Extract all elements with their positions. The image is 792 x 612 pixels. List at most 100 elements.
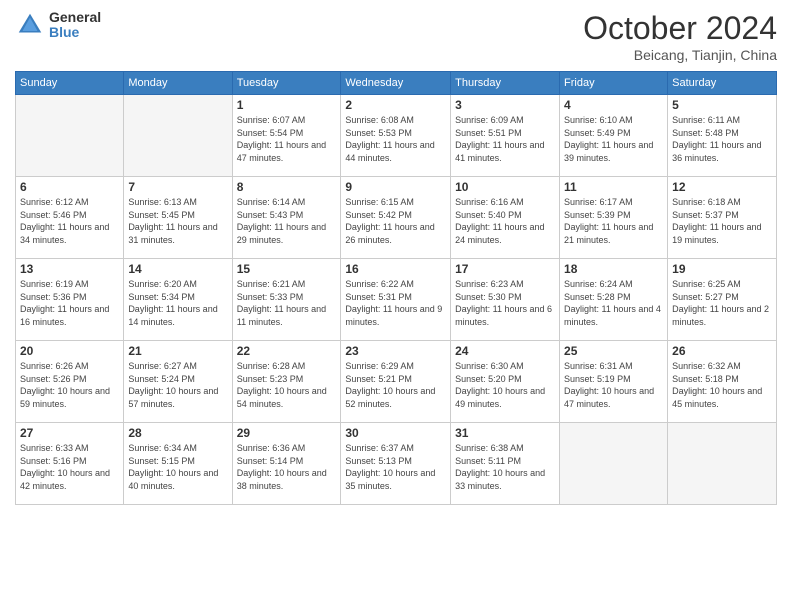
calendar-cell: 17 Sunrise: 6:23 AMSunset: 5:30 PMDayligh… xyxy=(451,259,560,341)
calendar-cell: 13Sunrise: 6:19 AMSunset: 5:36 PMDayligh… xyxy=(16,259,124,341)
day-number: 26 xyxy=(672,344,772,358)
day-number: 17 xyxy=(455,262,555,276)
day-info: Sunrise: 6:29 AMSunset: 5:21 PMDaylight:… xyxy=(345,360,446,410)
calendar-cell: 9 Sunrise: 6:15 AMSunset: 5:42 PMDaylight… xyxy=(341,177,451,259)
day-info: Sunrise: 6:30 AMSunset: 5:20 PMDaylight:… xyxy=(455,360,555,410)
day-info: Sunrise: 6:27 AMSunset: 5:24 PMDaylight:… xyxy=(128,360,227,410)
calendar-cell: 27Sunrise: 6:33 AMSunset: 5:16 PMDayligh… xyxy=(16,423,124,505)
calendar-cell xyxy=(668,423,777,505)
col-monday: Monday xyxy=(124,72,232,95)
day-number: 19 xyxy=(672,262,772,276)
calendar-cell: 29 Sunrise: 6:36 AMSunset: 5:14 PMDayligh… xyxy=(232,423,341,505)
calendar-cell: 20Sunrise: 6:26 AMSunset: 5:26 PMDayligh… xyxy=(16,341,124,423)
day-number: 22 xyxy=(237,344,337,358)
week-row-4: 27Sunrise: 6:33 AMSunset: 5:16 PMDayligh… xyxy=(16,423,777,505)
calendar-cell: 25 Sunrise: 6:31 AMSunset: 5:19 PMDayligh… xyxy=(560,341,668,423)
calendar-cell xyxy=(16,95,124,177)
calendar-cell: 3Sunrise: 6:09 AMSunset: 5:51 PMDaylight… xyxy=(451,95,560,177)
logo-blue: Blue xyxy=(49,25,101,40)
day-number: 20 xyxy=(20,344,119,358)
day-number: 14 xyxy=(128,262,227,276)
day-info: Sunrise: 6:10 AMSunset: 5:49 PMDaylight:… xyxy=(564,114,663,164)
col-sunday: Sunday xyxy=(16,72,124,95)
day-info: Sunrise: 6:22 AMSunset: 5:31 PMDaylight:… xyxy=(345,278,446,328)
calendar-cell: 16 Sunrise: 6:22 AMSunset: 5:31 PMDayligh… xyxy=(341,259,451,341)
week-row-0: 1Sunrise: 6:07 AMSunset: 5:54 PMDaylight… xyxy=(16,95,777,177)
calendar-cell xyxy=(124,95,232,177)
day-info: Sunrise: 6:34 AMSunset: 5:15 PMDaylight:… xyxy=(128,442,227,492)
day-info: Sunrise: 6:09 AMSunset: 5:51 PMDaylight:… xyxy=(455,114,555,164)
col-friday: Friday xyxy=(560,72,668,95)
calendar-cell: 8 Sunrise: 6:14 AMSunset: 5:43 PMDaylight… xyxy=(232,177,341,259)
day-info: Sunrise: 6:19 AMSunset: 5:36 PMDaylight:… xyxy=(20,278,119,328)
logo-text: General Blue xyxy=(49,10,101,41)
logo-icon xyxy=(15,10,45,40)
day-number: 24 xyxy=(455,344,555,358)
day-info: Sunrise: 6:18 AMSunset: 5:37 PMDaylight:… xyxy=(672,196,772,246)
day-info: Sunrise: 6:31 AMSunset: 5:19 PMDaylight:… xyxy=(564,360,663,410)
day-number: 16 xyxy=(345,262,446,276)
calendar-cell: 12 Sunrise: 6:18 AMSunset: 5:37 PMDayligh… xyxy=(668,177,777,259)
day-number: 15 xyxy=(237,262,337,276)
day-info: Sunrise: 6:21 AMSunset: 5:33 PMDaylight:… xyxy=(237,278,337,328)
day-number: 4 xyxy=(564,98,663,112)
col-thursday: Thursday xyxy=(451,72,560,95)
calendar-cell: 5 Sunrise: 6:11 AMSunset: 5:48 PMDaylight… xyxy=(668,95,777,177)
day-info: Sunrise: 6:33 AMSunset: 5:16 PMDaylight:… xyxy=(20,442,119,492)
day-info: Sunrise: 6:15 AMSunset: 5:42 PMDaylight:… xyxy=(345,196,446,246)
day-info: Sunrise: 6:12 AMSunset: 5:46 PMDaylight:… xyxy=(20,196,119,246)
day-info: Sunrise: 6:36 AMSunset: 5:14 PMDaylight:… xyxy=(237,442,337,492)
day-info: Sunrise: 6:08 AMSunset: 5:53 PMDaylight:… xyxy=(345,114,446,164)
day-info: Sunrise: 6:24 AMSunset: 5:28 PMDaylight:… xyxy=(564,278,663,328)
title-block: October 2024 Beicang, Tianjin, China xyxy=(583,10,777,63)
day-info: Sunrise: 6:16 AMSunset: 5:40 PMDaylight:… xyxy=(455,196,555,246)
day-info: Sunrise: 6:38 AMSunset: 5:11 PMDaylight:… xyxy=(455,442,555,492)
month-title: October 2024 xyxy=(583,10,777,47)
calendar: Sunday Monday Tuesday Wednesday Thursday… xyxy=(15,71,777,505)
day-number: 21 xyxy=(128,344,227,358)
day-info: Sunrise: 6:14 AMSunset: 5:43 PMDaylight:… xyxy=(237,196,337,246)
calendar-cell xyxy=(560,423,668,505)
day-number: 31 xyxy=(455,426,555,440)
calendar-cell: 19 Sunrise: 6:25 AMSunset: 5:27 PMDayligh… xyxy=(668,259,777,341)
week-row-3: 20Sunrise: 6:26 AMSunset: 5:26 PMDayligh… xyxy=(16,341,777,423)
calendar-cell: 7Sunrise: 6:13 AMSunset: 5:45 PMDaylight… xyxy=(124,177,232,259)
day-info: Sunrise: 6:28 AMSunset: 5:23 PMDaylight:… xyxy=(237,360,337,410)
calendar-cell: 14 Sunrise: 6:20 AMSunset: 5:34 PMDayligh… xyxy=(124,259,232,341)
calendar-cell: 23Sunrise: 6:29 AMSunset: 5:21 PMDayligh… xyxy=(341,341,451,423)
col-tuesday: Tuesday xyxy=(232,72,341,95)
day-number: 10 xyxy=(455,180,555,194)
calendar-cell: 1Sunrise: 6:07 AMSunset: 5:54 PMDaylight… xyxy=(232,95,341,177)
day-number: 29 xyxy=(237,426,337,440)
header-row: Sunday Monday Tuesday Wednesday Thursday… xyxy=(16,72,777,95)
day-number: 8 xyxy=(237,180,337,194)
day-info: Sunrise: 6:23 AMSunset: 5:30 PMDaylight:… xyxy=(455,278,555,328)
day-info: Sunrise: 6:17 AMSunset: 5:39 PMDaylight:… xyxy=(564,196,663,246)
col-wednesday: Wednesday xyxy=(341,72,451,95)
logo-general: General xyxy=(49,10,101,25)
calendar-cell: 6Sunrise: 6:12 AMSunset: 5:46 PMDaylight… xyxy=(16,177,124,259)
day-number: 11 xyxy=(564,180,663,194)
calendar-cell: 22 Sunrise: 6:28 AMSunset: 5:23 PMDayligh… xyxy=(232,341,341,423)
header: General Blue October 2024 Beicang, Tianj… xyxy=(15,10,777,63)
calendar-cell: 18 Sunrise: 6:24 AMSunset: 5:28 PMDayligh… xyxy=(560,259,668,341)
calendar-cell: 30 Sunrise: 6:37 AMSunset: 5:13 PMDayligh… xyxy=(341,423,451,505)
calendar-cell: 21 Sunrise: 6:27 AMSunset: 5:24 PMDayligh… xyxy=(124,341,232,423)
day-number: 5 xyxy=(672,98,772,112)
calendar-cell: 2 Sunrise: 6:08 AMSunset: 5:53 PMDaylight… xyxy=(341,95,451,177)
subtitle: Beicang, Tianjin, China xyxy=(583,47,777,63)
day-info: Sunrise: 6:25 AMSunset: 5:27 PMDaylight:… xyxy=(672,278,772,328)
day-info: Sunrise: 6:37 AMSunset: 5:13 PMDaylight:… xyxy=(345,442,446,492)
day-info: Sunrise: 6:11 AMSunset: 5:48 PMDaylight:… xyxy=(672,114,772,164)
day-number: 9 xyxy=(345,180,446,194)
calendar-cell: 11 Sunrise: 6:17 AMSunset: 5:39 PMDayligh… xyxy=(560,177,668,259)
day-number: 30 xyxy=(345,426,446,440)
day-info: Sunrise: 6:13 AMSunset: 5:45 PMDaylight:… xyxy=(128,196,227,246)
day-number: 2 xyxy=(345,98,446,112)
day-info: Sunrise: 6:20 AMSunset: 5:34 PMDaylight:… xyxy=(128,278,227,328)
calendar-cell: 31 Sunrise: 6:38 AMSunset: 5:11 PMDayligh… xyxy=(451,423,560,505)
day-number: 12 xyxy=(672,180,772,194)
day-number: 25 xyxy=(564,344,663,358)
calendar-cell: 26Sunrise: 6:32 AMSunset: 5:18 PMDayligh… xyxy=(668,341,777,423)
day-number: 18 xyxy=(564,262,663,276)
